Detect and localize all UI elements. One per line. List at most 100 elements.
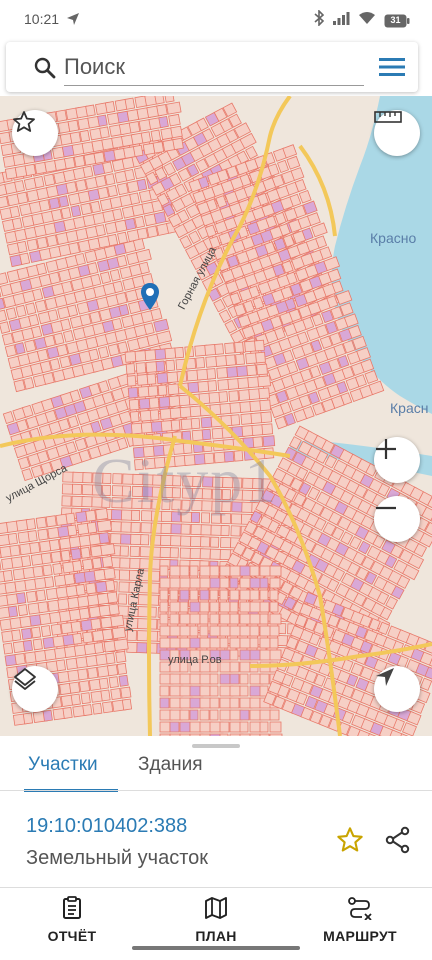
parcel: [209, 548, 222, 560]
tab-parcels[interactable]: Участки: [28, 752, 98, 792]
parcel: [259, 721, 269, 733]
parcel: [159, 613, 169, 625]
parcel: [97, 346, 110, 359]
parcel: [44, 576, 55, 589]
parcel: [87, 666, 99, 680]
parcel: [189, 721, 202, 733]
parcel: [80, 202, 93, 216]
parcel: [102, 161, 113, 174]
parcel: [200, 416, 213, 429]
parcel: [259, 709, 272, 721]
parcel: [209, 601, 220, 613]
parcel: [2, 642, 14, 655]
parcel: [130, 422, 143, 435]
parcel: [45, 515, 57, 528]
parcel: [58, 195, 70, 208]
parcel: [219, 637, 229, 649]
parcel: [230, 414, 241, 426]
parcel: [179, 613, 191, 625]
parcel: [178, 394, 191, 407]
parcel: [98, 532, 110, 545]
zoom-in-button[interactable]: [374, 437, 420, 483]
drag-handle[interactable]: [192, 744, 240, 748]
parcel: [82, 558, 94, 571]
parcel: [249, 589, 260, 601]
parcel: [190, 417, 201, 430]
parcel: [119, 545, 129, 557]
river-label: Красн: [390, 400, 429, 416]
parcel: [259, 601, 270, 613]
parcel: [136, 642, 149, 654]
parcel: [75, 510, 88, 524]
parcel: [214, 343, 224, 355]
parcel: [103, 567, 116, 580]
parcel: [13, 379, 26, 393]
parcel: [30, 626, 42, 639]
search-icon[interactable]: [34, 57, 56, 84]
parcel: [269, 721, 282, 733]
parcel: [126, 375, 137, 387]
parcel: [269, 565, 282, 577]
parcel: [259, 399, 272, 412]
layers-button[interactable]: [12, 666, 58, 712]
parcel: [229, 613, 240, 625]
parcel: [269, 589, 279, 601]
map-canvas[interactable]: [0, 96, 432, 736]
parcel: [75, 583, 86, 596]
parcel: [53, 332, 65, 346]
parcel: [48, 539, 61, 552]
parcel: [125, 363, 136, 375]
parcel: [239, 709, 250, 721]
parcel: [99, 271, 112, 284]
star-outline-icon[interactable]: [336, 826, 364, 859]
parcel: [219, 721, 230, 733]
menu-icon[interactable]: [378, 56, 406, 83]
parcel: [14, 342, 26, 355]
parcel: [70, 620, 82, 633]
plan-button[interactable]: ПЛАН: [161, 896, 271, 944]
parcel: [92, 702, 103, 715]
parcel: [14, 652, 26, 666]
parcel: [159, 697, 170, 709]
parcel: [52, 562, 63, 575]
parcel: [134, 215, 146, 229]
parcel: [219, 613, 231, 625]
share-icon[interactable]: [384, 826, 412, 859]
parcel: [0, 195, 9, 209]
parcel: [206, 368, 217, 380]
parcel: [109, 268, 121, 282]
parcel: [67, 524, 78, 537]
parcel: [39, 540, 52, 553]
parcel: [160, 522, 172, 535]
parcel: [117, 231, 128, 245]
parcel: [195, 357, 206, 369]
search-input[interactable]: [64, 48, 364, 86]
favorites-button[interactable]: [12, 110, 58, 156]
plan-label: ПЛАН: [195, 928, 237, 944]
parcel: [257, 375, 271, 388]
parcel: [419, 677, 432, 691]
tab-buildings[interactable]: Здания: [138, 752, 203, 792]
map-view[interactable]: Красно Красн Горная улица улица Щорса ул…: [0, 96, 432, 736]
parcel: [219, 697, 232, 709]
parcel: [82, 704, 93, 717]
parcel: [127, 386, 139, 399]
parcel: [65, 657, 78, 670]
parcel: [63, 573, 76, 586]
ruler-button[interactable]: [374, 110, 420, 156]
parcel: [199, 589, 210, 601]
cadastral-number[interactable]: 19:10:010402:388: [26, 815, 187, 838]
parcel: [93, 568, 106, 582]
parcel: [60, 622, 73, 635]
parcel: [249, 709, 262, 721]
parcel: [38, 199, 51, 212]
report-button[interactable]: ОТЧЁТ: [17, 896, 127, 944]
parcel: [140, 534, 150, 546]
my-location-button[interactable]: [374, 666, 420, 712]
parcel: [259, 613, 269, 625]
parcel: [224, 342, 235, 355]
parcel: [63, 330, 75, 343]
parcel: [23, 377, 35, 390]
route-button[interactable]: МАРШРУТ: [305, 896, 415, 944]
zoom-out-button[interactable]: [374, 496, 420, 542]
